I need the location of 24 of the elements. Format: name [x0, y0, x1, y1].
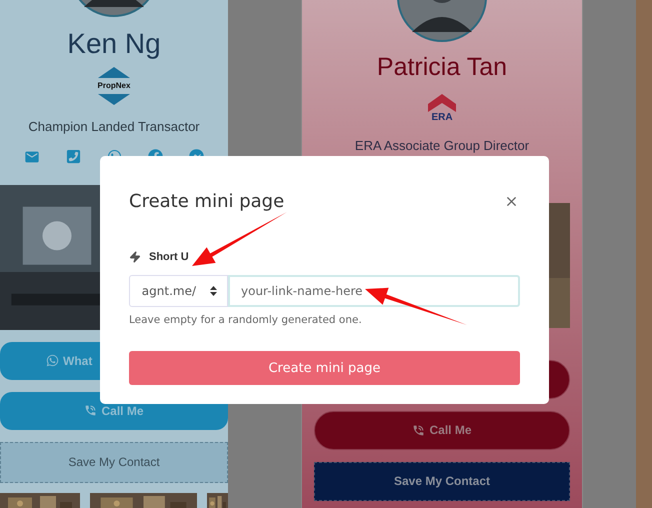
- mail-icon[interactable]: [24, 148, 40, 164]
- agent-title: Champion Landed Transactor: [28, 118, 200, 136]
- phone-icon: [412, 424, 426, 436]
- link-name-field[interactable]: your-link-name-here: [228, 274, 520, 306]
- hint-text: Leave empty for a randomly generated one.: [129, 312, 363, 328]
- logo-text: PropNex: [98, 80, 130, 92]
- phone-icon: [84, 404, 98, 417]
- bolt-icon: [129, 251, 141, 264]
- agent-name: Patricia Tan: [376, 52, 508, 82]
- create-button[interactable]: Create mini page: [129, 351, 520, 386]
- dialog-title: Create mini page: [129, 190, 284, 214]
- save-contact-button[interactable]: Save My Contact: [0, 442, 228, 482]
- roof-logo-icon: [428, 94, 456, 112]
- agent-title: ERA Associate Group Director: [354, 137, 530, 155]
- save-contact-button[interactable]: Save My Contact: [314, 462, 570, 500]
- prefix-select[interactable]: agnt.me/: [129, 274, 228, 306]
- whatsapp-icon: [46, 354, 59, 367]
- phone-icon[interactable]: [66, 148, 81, 164]
- field-label: Short U: [149, 250, 189, 265]
- agent-name: Ken Ng: [67, 27, 161, 61]
- logo-text: ERA: [431, 112, 453, 124]
- close-button[interactable]: [504, 194, 519, 209]
- sort-icon: [210, 286, 217, 296]
- call-button[interactable]: Call Me: [314, 410, 570, 450]
